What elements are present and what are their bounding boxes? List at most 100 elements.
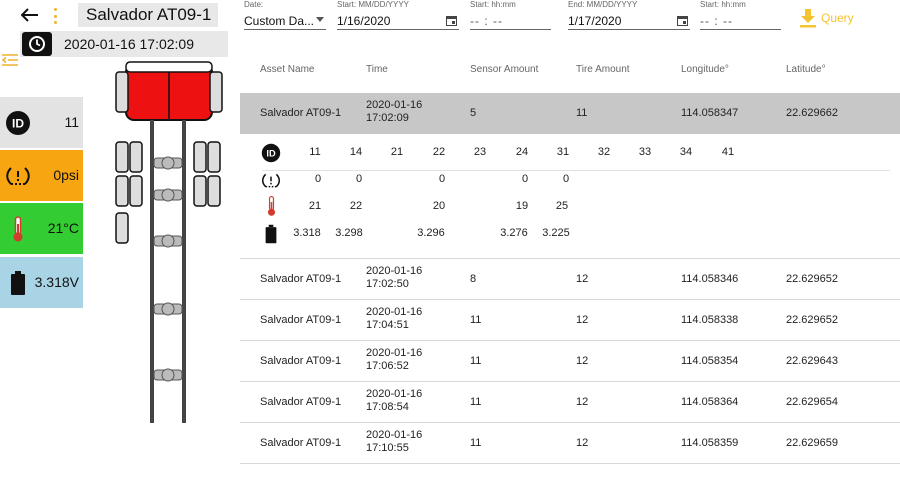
thermometer-icon <box>4 215 32 243</box>
temperature-value: 21°C <box>47 220 79 236</box>
end-time-value: -- : -- <box>700 12 781 30</box>
detail-id: 24 <box>515 146 529 158</box>
latitude-cell: 22.629652 <box>786 273 838 285</box>
tire-pressure-icon <box>260 169 282 191</box>
start-date-field[interactable]: Start: MM/DD/YYYY 1/16/2020 <box>333 0 459 34</box>
table-row[interactable]: Salvador AT09-1 2020-01-16 17:04:51 11 12… <box>240 300 900 341</box>
time-cell: 2020-01-16 17:10:55 <box>366 429 423 454</box>
column-header[interactable]: Asset Name <box>260 64 314 75</box>
detail-id: 33 <box>638 146 652 158</box>
detail-battery: 3.318 <box>293 227 321 239</box>
thermometer-icon <box>260 195 282 217</box>
longitude-cell: 114.058354 <box>681 355 739 367</box>
sensor-amount-cell: 11 <box>470 355 482 367</box>
truck-diagram <box>115 61 223 423</box>
battery-value: 3.318V <box>34 274 79 290</box>
back-button[interactable] <box>18 4 42 26</box>
end-date-label: End: MM/DD/YYYY <box>568 0 638 9</box>
latitude-cell: 22.629662 <box>786 107 838 119</box>
time-cell: 2020-01-16 17:08:54 <box>366 388 423 413</box>
calendar-icon[interactable] <box>677 15 688 26</box>
date-range-select[interactable]: Date: Custom Da... <box>240 0 326 34</box>
asset-name-cell: Salvador AT09-1 <box>260 314 342 326</box>
header-bar: Salvador AT09-1 <box>0 0 240 30</box>
asset-name-cell: Salvador AT09-1 <box>260 107 342 119</box>
column-header[interactable]: Latitude° <box>786 64 826 75</box>
detail-temperature: 22 <box>349 200 363 212</box>
menu-fold-icon[interactable] <box>1 51 19 69</box>
calendar-icon[interactable] <box>446 15 457 26</box>
latitude-cell: 22.629652 <box>786 314 838 326</box>
sensor-id-card: ID 11 <box>0 97 83 148</box>
sensor-amount-cell: 11 <box>470 437 482 449</box>
tire-pressure-icon <box>4 162 32 190</box>
table-row-selected[interactable]: Salvador AT09-1 2020-01-16 17:02:09 5 11 … <box>240 93 900 134</box>
detail-divider <box>262 170 890 171</box>
table-header: Asset Name Time Sensor Amount Tire Amoun… <box>240 58 900 82</box>
timestamp-text: 2020-01-16 17:02:09 <box>64 36 194 52</box>
detail-id: 23 <box>473 146 487 158</box>
end-time-field[interactable]: Start: hh:mm -- : -- <box>696 0 781 34</box>
start-time-label: Start: hh:mm <box>470 0 516 9</box>
table-row[interactable]: Salvador AT09-1 2020-01-16 17:08:54 11 12… <box>240 382 900 423</box>
detail-battery: 3.296 <box>417 227 445 239</box>
start-date-label: Start: MM/DD/YYYY <box>337 0 410 9</box>
sensor-id-value: 11 <box>64 114 79 130</box>
detail-battery: 3.276 <box>500 227 528 239</box>
time-cell: 2020-01-16 17:02:50 <box>366 265 423 290</box>
battery-icon <box>4 269 32 297</box>
detail-pressure: 0 <box>314 173 322 185</box>
filter-bar: Date: Custom Da... Start: MM/DD/YYYY 1/1… <box>240 0 900 40</box>
end-date-value: 1/17/2020 <box>568 12 690 30</box>
longitude-cell: 114.058364 <box>681 396 739 408</box>
time-cell: 2020-01-16 17:04:51 <box>366 306 423 331</box>
end-date-field[interactable]: End: MM/DD/YYYY 1/17/2020 <box>564 0 690 34</box>
timestamp-bar: 2020-01-16 17:02:09 <box>20 31 228 57</box>
start-time-field[interactable]: Start: hh:mm -- : -- <box>466 0 551 34</box>
detail-id: 31 <box>556 146 570 158</box>
longitude-cell: 114.058346 <box>681 273 739 285</box>
start-date-value: 1/16/2020 <box>337 12 459 30</box>
kebab-menu-icon[interactable] <box>50 6 60 26</box>
detail-id: 21 <box>390 146 404 158</box>
asset-name-cell: Salvador AT09-1 <box>260 273 342 285</box>
date-label: Date: <box>244 0 264 9</box>
time-cell: 2020-01-16 17:06:52 <box>366 347 423 372</box>
table-row[interactable]: Salvador AT09-1 2020-01-16 17:06:52 11 12… <box>240 341 900 382</box>
tire-amount-cell: 12 <box>576 273 589 285</box>
longitude-cell: 114.058359 <box>681 437 739 449</box>
column-header[interactable]: Time <box>366 64 388 75</box>
end-time-label: Start: hh:mm <box>700 0 746 9</box>
query-button[interactable]: Query <box>797 6 854 30</box>
longitude-cell: 114.058338 <box>681 314 739 326</box>
sensor-amount-cell: 11 <box>470 314 482 326</box>
detail-id: 14 <box>349 146 363 158</box>
column-header[interactable]: Tire Amount <box>576 64 630 75</box>
sensor-amount-cell: 11 <box>470 396 482 408</box>
detail-battery: 3.298 <box>335 227 363 239</box>
sensor-amount-cell: 8 <box>470 273 477 285</box>
detail-pressure: 0 <box>355 173 363 185</box>
column-header[interactable]: Sensor Amount <box>470 64 538 75</box>
asset-name-cell: Salvador AT09-1 <box>260 355 342 367</box>
row-detail-panel: ID 11 14 21 22 23 24 31 32 33 34 41 0 0 … <box>240 134 900 259</box>
detail-id: 11 <box>309 146 321 158</box>
svg-text:ID: ID <box>12 117 24 131</box>
column-header[interactable]: Longitude° <box>681 64 729 75</box>
detail-pressure: 0 <box>562 173 570 185</box>
detail-pressure: 0 <box>438 173 446 185</box>
arrow-left-icon <box>21 8 38 22</box>
latitude-cell: 22.629643 <box>786 355 838 367</box>
latitude-cell: 22.629659 <box>786 437 838 449</box>
tire-amount-cell: 12 <box>576 437 589 449</box>
detail-id: 22 <box>432 146 446 158</box>
chevron-down-icon <box>316 17 324 22</box>
table-row[interactable]: Salvador AT09-1 2020-01-16 17:10:55 11 12… <box>240 423 900 464</box>
time-cell: 2020-01-16 17:02:09 <box>366 99 423 124</box>
left-panel: Salvador AT09-1 2020-01-16 17:02:09 ID 1… <box>0 0 240 486</box>
table-row[interactable]: Salvador AT09-1 2020-01-16 17:02:50 8 12 … <box>240 259 900 300</box>
pressure-value: 0psi <box>53 167 79 183</box>
tire-amount-cell: 12 <box>576 314 589 326</box>
pressure-card: 0psi <box>0 150 83 201</box>
svg-text:ID: ID <box>266 148 276 158</box>
